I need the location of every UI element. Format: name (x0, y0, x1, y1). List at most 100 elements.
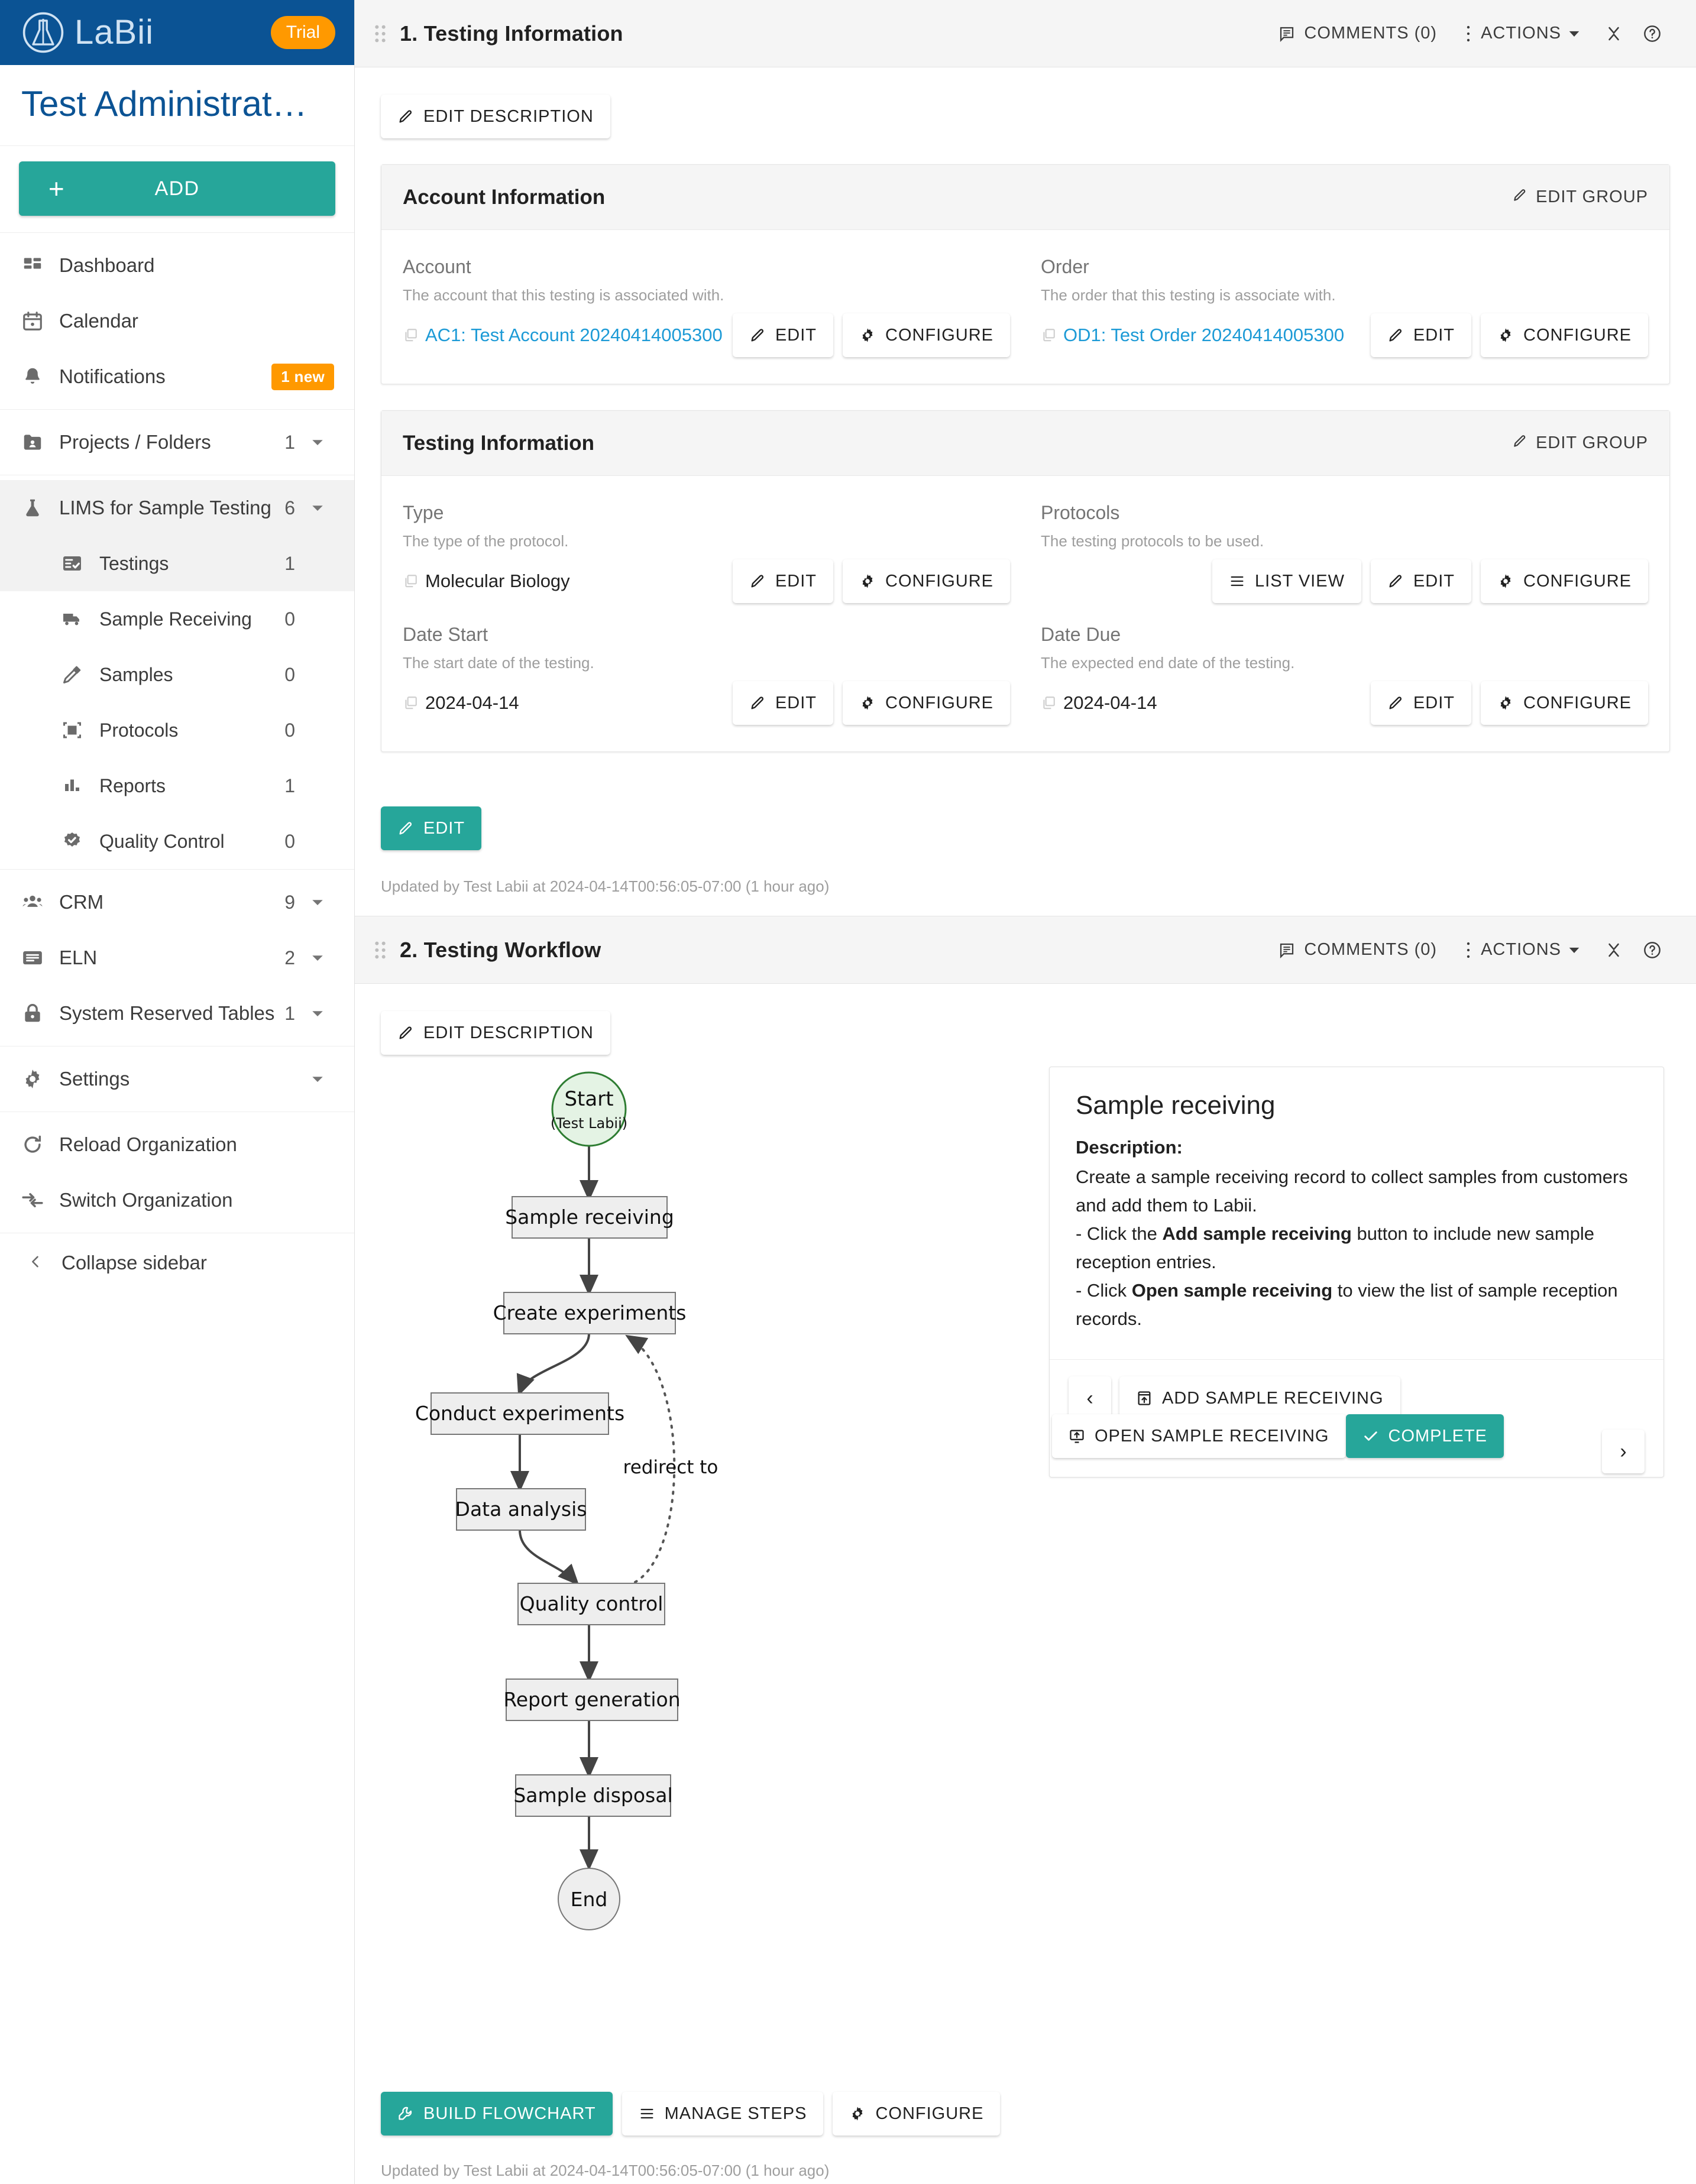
sidebar-item-protocols[interactable]: A Protocols 0 (0, 702, 354, 758)
manage-steps-button[interactable]: MANAGE STEPS (622, 2092, 824, 2136)
edit-button[interactable]: EDIT (1370, 681, 1471, 725)
previous-step-button[interactable]: ‹ (1069, 1376, 1111, 1421)
sidebar-item-projects-folders[interactable]: Projects / Folders 1 (0, 414, 354, 470)
add-button[interactable]: + ADD (19, 161, 335, 216)
chevron-down-icon[interactable] (301, 893, 334, 911)
svg-text:redirect to: redirect to (623, 1457, 718, 1478)
drag-handle-icon[interactable] (373, 940, 396, 960)
nav-group-projects: Projects / Folders 1 (0, 410, 354, 475)
drag-handle-icon[interactable] (373, 24, 396, 44)
field-value[interactable]: AC1: Test Account 20240414005300 (403, 325, 723, 346)
chevron-down-icon[interactable] (301, 1070, 334, 1088)
complete-button[interactable]: COMPLETE (1345, 1414, 1504, 1459)
edit-button[interactable]: EDIT (1370, 313, 1471, 357)
open-sample-receiving-button[interactable]: OPEN SAMPLE RECEIVING (1052, 1414, 1346, 1459)
sidebar-item-quality-control[interactable]: Quality Control 0 (0, 814, 354, 869)
brand-logo[interactable]: LaBii (21, 11, 154, 54)
step-action-row-2: OPEN SAMPLE RECEIVING COMPLETE (1052, 1414, 1504, 1459)
comments-button[interactable]: COMMENTS (0) (1265, 940, 1450, 960)
edit-button[interactable]: EDIT (732, 559, 833, 603)
card-header: Testing Information EDIT GROUP (381, 411, 1669, 476)
section-header-actions: COMMENTS (0) ACTIONS (1265, 940, 1670, 960)
card-body: Type The type of the protocol. Molecular… (381, 476, 1669, 751)
collapse-sidebar-button[interactable]: Collapse sidebar (0, 1233, 354, 1292)
configure-button[interactable]: CONFIGURE (1481, 681, 1648, 725)
help-button[interactable] (1634, 941, 1670, 960)
chevron-down-icon[interactable] (301, 949, 334, 967)
sidebar-item-calendar[interactable]: Calendar (0, 293, 354, 349)
pencil-icon (749, 573, 766, 589)
configure-button[interactable]: CONFIGURE (1481, 313, 1648, 357)
sidebar-item-notifications[interactable]: Notifications 1 new (0, 349, 354, 404)
copy-icon[interactable] (403, 695, 418, 711)
sidebar-item-reports[interactable]: Reports 1 (0, 758, 354, 814)
sidebar-item-system-reserved-tables[interactable]: System Reserved Tables 1 (0, 986, 354, 1041)
comments-button[interactable]: COMMENTS (0) (1265, 24, 1450, 43)
sidebar-item-reload-organization[interactable]: Reload Organization (0, 1117, 354, 1172)
add-sample-receiving-button[interactable]: ADD SAMPLE RECEIVING (1119, 1376, 1400, 1421)
configure-button[interactable]: CONFIGURE (833, 2092, 1001, 2136)
pencil-icon (1512, 187, 1527, 208)
build-flowchart-button[interactable]: BUILD FLOWCHART (381, 2092, 613, 2136)
sidebar-item-lims-for-sample-testing[interactable]: LIMS for Sample Testing 6 (0, 480, 354, 536)
gear-icon (859, 695, 876, 711)
comment-icon (1278, 941, 1296, 959)
brand-bar: LaBii Trial (0, 0, 354, 65)
edit-button[interactable]: EDIT (1370, 559, 1471, 603)
card-account-information: Account Information EDIT GROUP Account T… (381, 164, 1670, 384)
configure-button[interactable]: CONFIGURE (843, 559, 1010, 603)
organization-title[interactable]: Test Administrat… (0, 65, 354, 146)
field-value[interactable]: OD1: Test Order 20240414005300 (1041, 325, 1344, 346)
sidebar-item-testings[interactable]: Testings 1 (0, 536, 354, 591)
sidebar-item-switch-organization[interactable]: Switch Organization (0, 1172, 354, 1228)
field-description: The type of the protocol. (403, 532, 569, 550)
edit-button[interactable]: EDIT (732, 681, 833, 725)
workflow-flowchart[interactable]: Start (Test Labii) Sample receiving Crea… (381, 1067, 1031, 2072)
list-view-button[interactable]: LIST VIEW (1212, 559, 1361, 603)
collapse-section-button[interactable] (1593, 25, 1634, 43)
edit-description-button[interactable]: EDIT DESCRIPTION (381, 1011, 610, 1055)
step-action-buttons: ‹ ADD SAMPLE RECEIVING OPEN SAMPLE RECEI… (1052, 1376, 1504, 1459)
field-description: The start date of the testing. (403, 654, 594, 672)
sidebar-item-samples[interactable]: Samples 0 (0, 647, 354, 702)
sidebar-item-label: Switch Organization (59, 1189, 233, 1211)
bell-icon (21, 365, 56, 388)
badge-check-icon (62, 831, 96, 852)
edit-group-button[interactable]: EDIT GROUP (1512, 187, 1648, 208)
copy-icon[interactable] (1041, 328, 1056, 343)
svg-text:Quality control: Quality control (520, 1592, 663, 1615)
trial-badge[interactable]: Trial (270, 16, 335, 49)
edit-group-button[interactable]: EDIT GROUP (1512, 433, 1648, 453)
collapse-section-button[interactable] (1593, 941, 1634, 959)
section-edit-button[interactable]: EDIT (381, 806, 482, 850)
sidebar-item-count: 1 (284, 552, 295, 574)
text-run: - Click the (1076, 1223, 1163, 1245)
configure-button[interactable]: CONFIGURE (1481, 559, 1648, 603)
chevron-down-icon[interactable] (301, 1004, 334, 1022)
sidebar-item-count: 0 (284, 608, 295, 630)
actions-menu[interactable]: ACTIONS (1450, 24, 1593, 43)
list-check-icon (62, 553, 96, 574)
help-button[interactable] (1634, 24, 1670, 43)
sidebar-item-eln[interactable]: ELN 2 (0, 930, 354, 986)
copy-icon[interactable] (403, 573, 418, 589)
copy-icon[interactable] (403, 328, 418, 343)
text-run-bold: Open sample receiving (1131, 1280, 1333, 1301)
actions-menu[interactable]: ACTIONS (1450, 940, 1593, 960)
edit-button[interactable]: EDIT (732, 313, 833, 357)
sidebar-item-crm[interactable]: CRM 9 (0, 874, 354, 930)
copy-icon[interactable] (1041, 695, 1056, 711)
sidebar-item-dashboard[interactable]: Dashboard (0, 238, 354, 293)
edit-description-button[interactable]: EDIT DESCRIPTION (381, 95, 610, 138)
card-header: Account Information EDIT GROUP (381, 165, 1669, 230)
configure-button[interactable]: CONFIGURE (843, 313, 1010, 357)
next-step-button[interactable]: › (1602, 1430, 1645, 1474)
configure-button[interactable]: CONFIGURE (843, 681, 1010, 725)
chevron-down-icon[interactable] (301, 499, 334, 517)
sidebar-item-label: LIMS for Sample Testing (59, 497, 271, 519)
field-grid: Type The type of the protocol. Molecular… (403, 496, 1648, 727)
sidebar-item-settings[interactable]: Settings (0, 1051, 354, 1107)
section-edit-wrap: EDIT (355, 776, 1696, 850)
sidebar-item-sample-receiving[interactable]: Sample Receiving 0 (0, 591, 354, 647)
chevron-down-icon[interactable] (301, 433, 334, 451)
